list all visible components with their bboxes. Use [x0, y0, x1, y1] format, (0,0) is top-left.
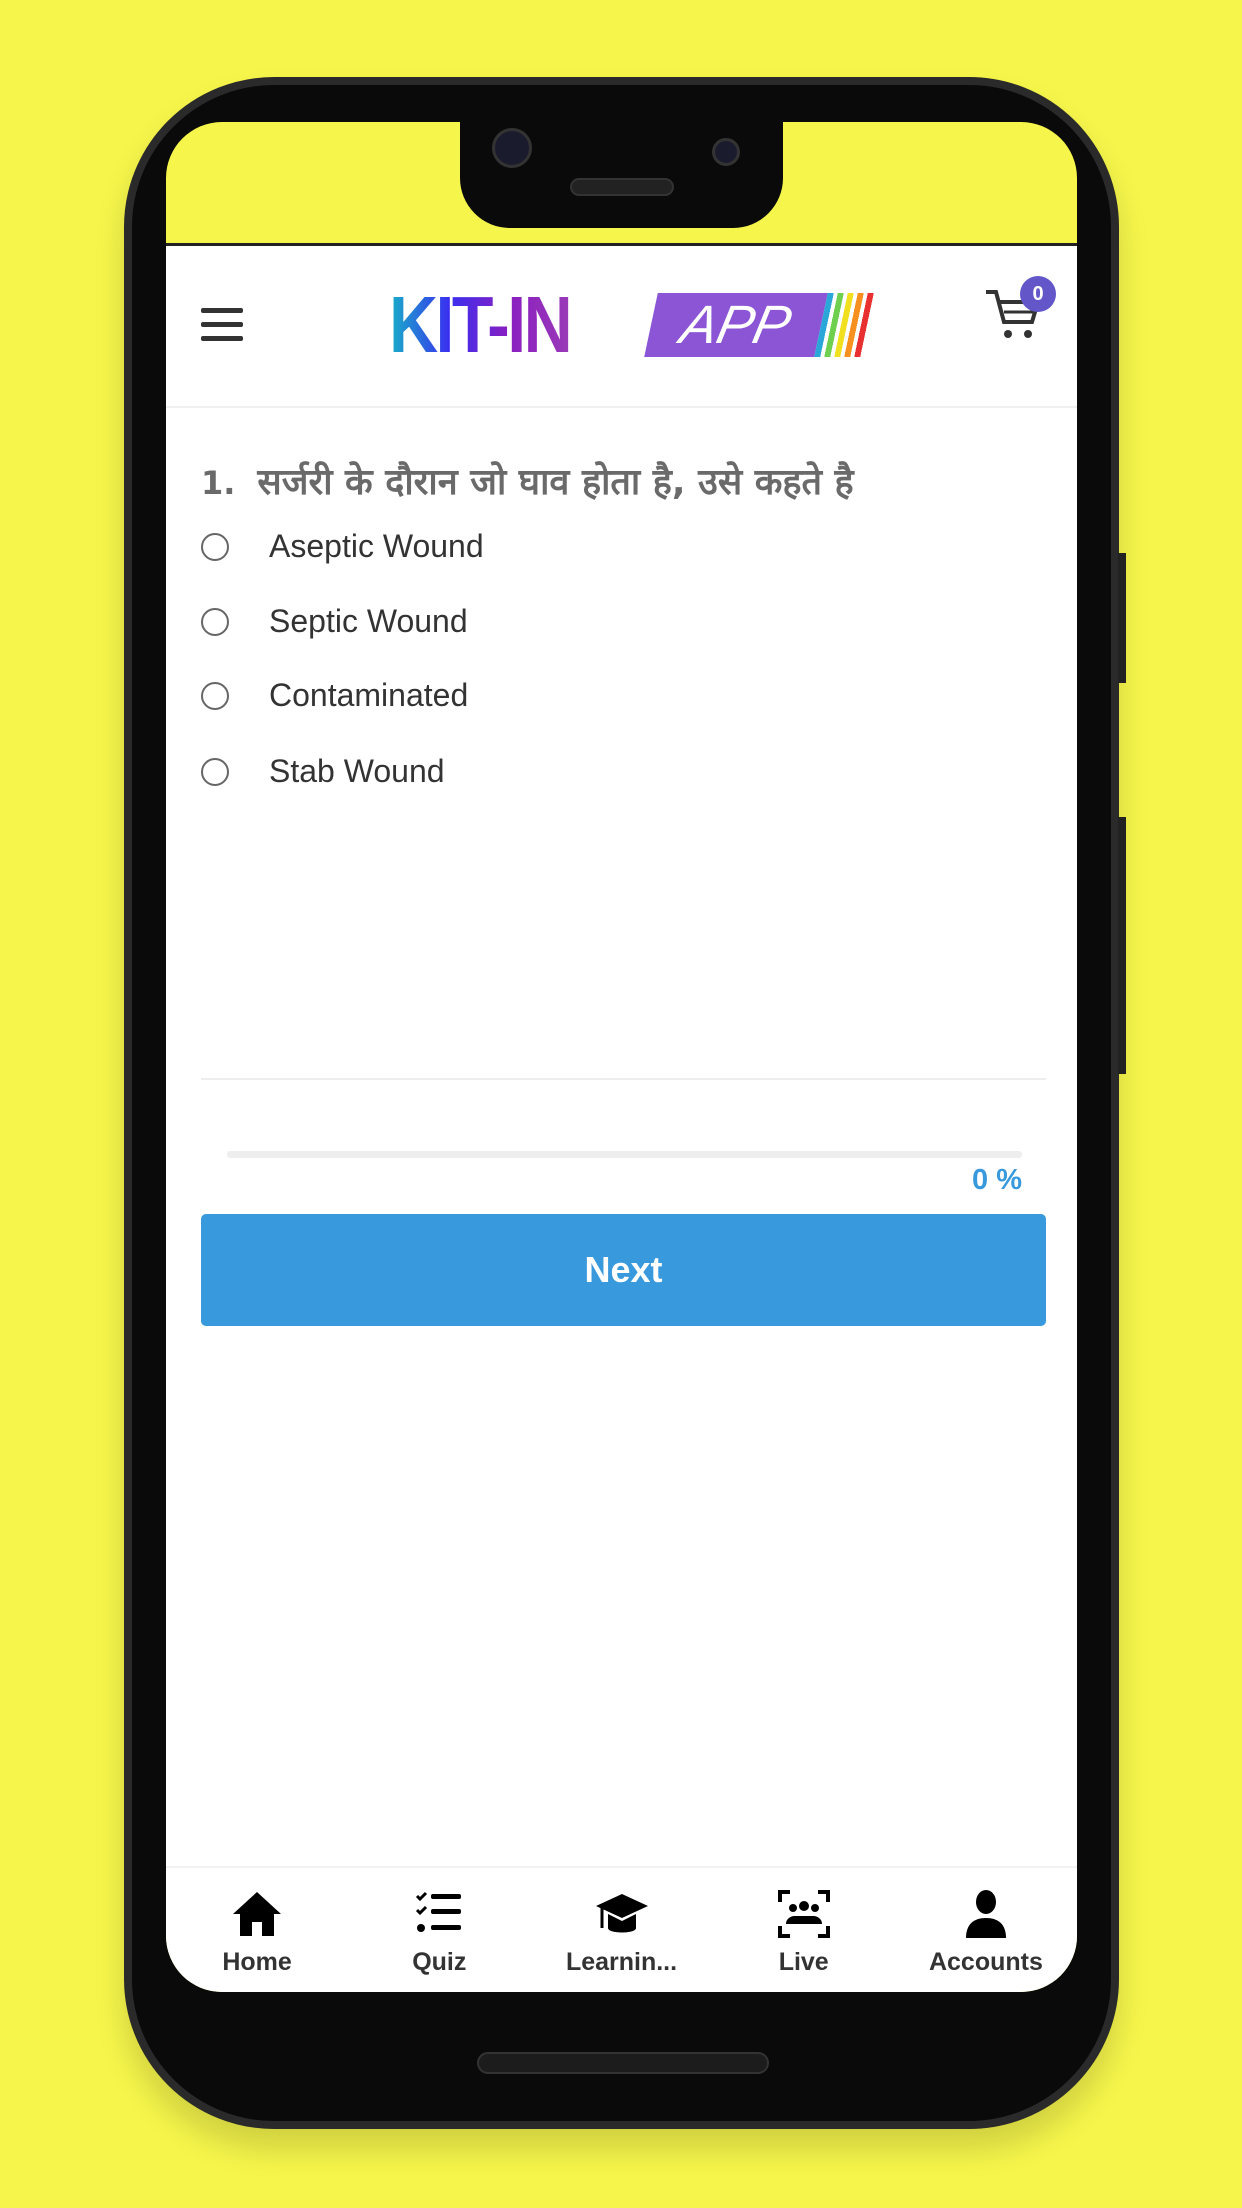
option-4[interactable]: Stab Wound: [201, 753, 445, 790]
earpiece: [570, 178, 674, 196]
nav-label: Home: [222, 1948, 292, 1976]
volume-button: [1118, 817, 1126, 1074]
option-3[interactable]: Contaminated: [201, 677, 468, 714]
graduation-cap-icon: [595, 1894, 648, 1933]
group-focus-icon: [777, 1890, 830, 1938]
option-label: Stab Wound: [269, 753, 445, 789]
logo: KIT-IN APP: [389, 280, 878, 369]
person-icon: [965, 1890, 1006, 1938]
nav-learning[interactable]: Learnin...: [530, 1868, 712, 1992]
nav-quiz[interactable]: Quiz: [348, 1868, 530, 1992]
header: KIT-IN APP 0: [166, 246, 1077, 408]
front-camera: [492, 128, 532, 168]
bottom-nav: Home Quiz Learnin... Live Accounts: [166, 1866, 1077, 1992]
cart-badge: 0: [1020, 276, 1056, 312]
progress-label: 0 %: [972, 1164, 1022, 1196]
home-icon: [233, 1892, 282, 1936]
option-2[interactable]: Septic Wound: [201, 603, 468, 640]
app: KIT-IN APP 0 1. सर्जरी के दौरान जो घाव हो…: [166, 243, 1077, 1992]
radio-button[interactable]: [201, 532, 229, 561]
nav-home[interactable]: Home: [166, 1868, 348, 1992]
home-indicator: [477, 2052, 769, 2074]
question-text: सर्जरी के दौरान जो घाव होता है, उसे कहते…: [257, 462, 854, 503]
option-label: Contaminated: [269, 677, 469, 713]
notch: [460, 100, 783, 228]
screen: KIT-IN APP 0 1. सर्जरी के दौरान जो घाव हो…: [166, 122, 1077, 1992]
power-button: [1118, 553, 1126, 683]
question: 1. सर्जरी के दौरान जो घाव होता है, उसे कह…: [201, 456, 854, 505]
option-label: Aseptic Wound: [269, 528, 484, 564]
nav-accounts[interactable]: Accounts: [895, 1868, 1077, 1992]
next-button[interactable]: Next: [201, 1214, 1046, 1326]
nav-label: Learnin...: [565, 1948, 678, 1976]
radio-button[interactable]: [201, 681, 229, 710]
checklist-icon: [416, 1891, 462, 1932]
logo-text: KIT-IN: [389, 280, 573, 369]
divider: [201, 1078, 1046, 1080]
nav-label: Quiz: [412, 1948, 467, 1976]
option-label: Septic Wound: [269, 603, 468, 639]
nav-live[interactable]: Live: [713, 1868, 895, 1992]
logo-badge: APP: [644, 293, 828, 357]
radio-button[interactable]: [201, 607, 229, 636]
sensor: [712, 138, 740, 166]
nav-label: Live: [778, 1948, 829, 1976]
menu-icon[interactable]: [201, 308, 243, 350]
radio-button[interactable]: [201, 757, 229, 786]
nav-label: Accounts: [928, 1948, 1043, 1976]
option-1[interactable]: Aseptic Wound: [201, 528, 484, 565]
progress-bar: [227, 1151, 1022, 1158]
question-number: 1.: [201, 464, 236, 502]
